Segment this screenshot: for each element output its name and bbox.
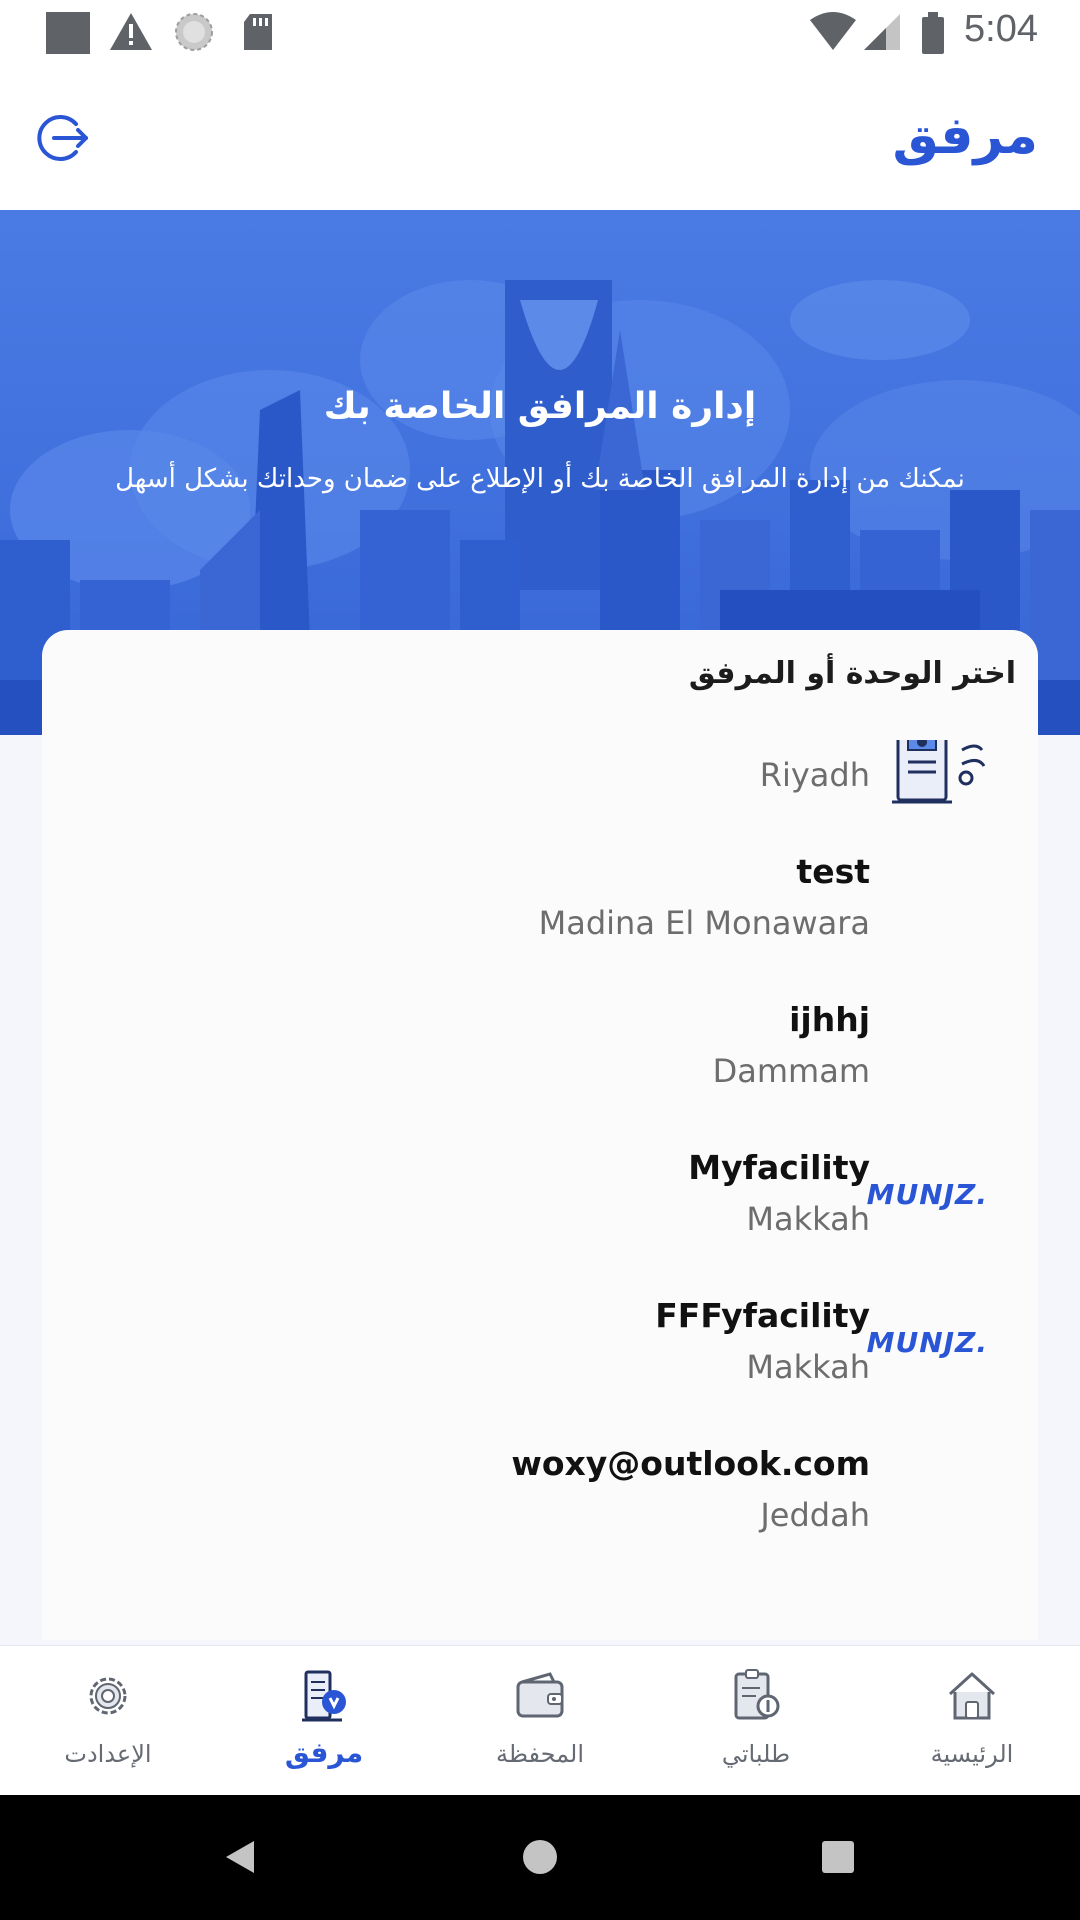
sync-icon — [175, 13, 213, 51]
nav-label: الرئيسية — [930, 1740, 1014, 1768]
wallet-icon — [516, 1672, 564, 1718]
wifi-icon — [810, 12, 856, 50]
nav-label: الإعدادت — [64, 1740, 152, 1768]
nav-item-home[interactable]: الرئيسية — [864, 1646, 1080, 1796]
image-icon — [46, 12, 90, 54]
facility-city: Madina El Monawara — [538, 904, 870, 942]
home-icon — [948, 1672, 996, 1720]
facility-item[interactable]: ijhhj Dammam — [42, 1000, 1038, 1148]
warning-icon — [110, 13, 152, 50]
facility-list-content: ssss Riyadh test — [42, 740, 1038, 1592]
hero-title: إدارة المرافق الخاصة بك — [323, 386, 757, 427]
back-icon[interactable] — [220, 1837, 260, 1877]
app-header: مرفق — [0, 66, 1080, 210]
nav-item-settings[interactable]: الإعدادت — [0, 1646, 216, 1796]
sd-card-icon — [244, 14, 272, 50]
facility-name: ssss — [791, 740, 870, 743]
home-button-icon[interactable] — [520, 1837, 560, 1877]
munjz-logo: MUNJZ. — [866, 1178, 988, 1211]
facility-selection-card: اختر الوحدة أو المرفق ssss Riyadh — [42, 630, 1038, 1640]
facility-name: Myfacility — [688, 1148, 870, 1187]
nav-item-requests[interactable]: طلباتي — [648, 1646, 864, 1796]
status-time: 5:04 — [964, 8, 1038, 50]
screen: 5:04 مرفق إدارة المرافق الخاصة بك نمكنك … — [0, 0, 1080, 1920]
nav-item-facility[interactable]: مرفق — [216, 1646, 432, 1796]
gear-icon — [89, 1677, 127, 1715]
logout-icon[interactable] — [36, 110, 92, 166]
facility-city: Jeddah — [760, 1496, 870, 1534]
recents-icon[interactable] — [820, 1839, 856, 1875]
battery-icon — [922, 12, 944, 54]
facility-item[interactable]: FFFyfacility Makkah MUNJZ. — [42, 1296, 1038, 1444]
facility-building-icon — [892, 740, 986, 804]
nav-item-wallet[interactable]: المحفظة — [432, 1646, 648, 1796]
facility-name: FFFyfacility — [655, 1296, 870, 1335]
facility-item[interactable]: ssss Riyadh — [42, 740, 1038, 852]
card-title: اختر الوحدة أو المرفق — [688, 656, 1016, 691]
nav-label: المحفظة — [495, 1740, 585, 1768]
facility-city: Makkah — [746, 1200, 870, 1238]
munjz-logo: MUNJZ. — [866, 1326, 988, 1359]
facility-list[interactable]: ssss Riyadh test — [42, 740, 1038, 1640]
requests-icon — [734, 1669, 780, 1720]
facility-name: test — [796, 852, 870, 891]
status-bar: 5:04 — [0, 0, 1080, 66]
facility-icon — [302, 1670, 346, 1722]
page-title: مرفق — [892, 106, 1038, 166]
bottom-navigation: الإعدادت مرفق المحفظة طلباتي الرئيسية — [0, 1645, 1080, 1795]
facility-item[interactable]: woxy@outlook.com Jeddah — [42, 1444, 1038, 1592]
hero-subtitle: نمكنك من إدارة المرافق الخاصة بك أو الإط… — [115, 464, 965, 494]
facility-city: Riyadh — [759, 756, 870, 794]
facility-name: woxy@outlook.com — [511, 1444, 870, 1483]
facility-city: Dammam — [712, 1052, 870, 1090]
nav-label: طلباتي — [721, 1740, 791, 1768]
facility-name: ijhhj — [789, 1000, 870, 1039]
facility-item[interactable]: Myfacility Makkah MUNJZ. — [42, 1148, 1038, 1296]
nav-label: مرفق — [284, 1736, 364, 1769]
facility-city: Makkah — [746, 1348, 870, 1386]
system-navigation-bar — [0, 1795, 1080, 1920]
signal-icon — [864, 14, 900, 50]
facility-item[interactable]: test Madina El Monawara — [42, 852, 1038, 1000]
